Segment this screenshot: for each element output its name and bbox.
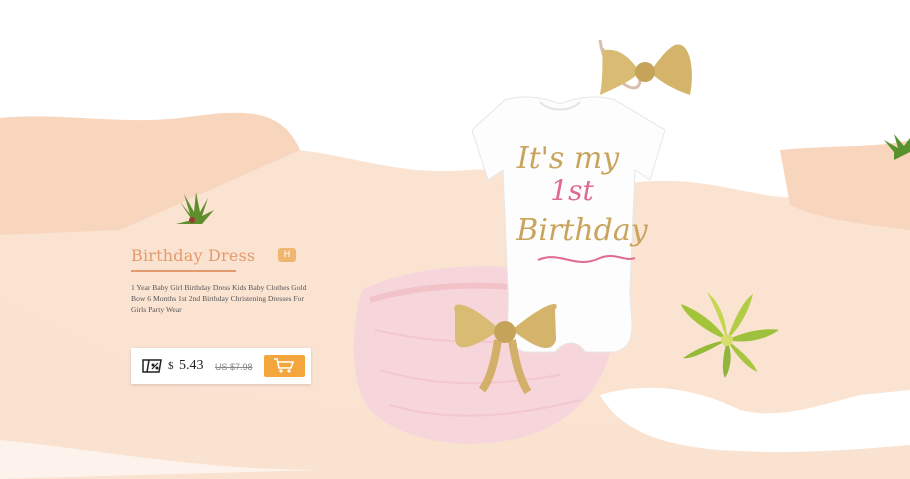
product-illustration: It's my 1st Birthday — [176, 39, 910, 444]
hot-badge: H — [278, 248, 296, 262]
discount-icon — [141, 357, 163, 375]
onesie-line2: 1st — [550, 174, 594, 207]
succulent-icon — [884, 134, 910, 160]
product-title: Birthday Dress — [131, 246, 256, 265]
succulent-icon — [681, 292, 779, 378]
onesie-line3: Birthday — [515, 213, 648, 248]
succulent-icon — [176, 192, 214, 224]
price-bar[interactable]: $ 5.43 US $7.98 — [131, 348, 311, 384]
headband-bow-icon — [598, 39, 692, 95]
original-price: US $7.98 — [215, 362, 253, 372]
currency-symbol: $ — [168, 360, 174, 372]
sale-price: 5.43 — [179, 358, 204, 373]
add-to-cart-button[interactable] — [264, 355, 305, 377]
title-underline — [131, 270, 236, 272]
add-to-cart-icon — [274, 358, 295, 373]
product-description: 1 Year Baby Girl Birthday Dress Kids Bab… — [131, 283, 307, 314]
onesie-line1: It's my — [516, 141, 621, 176]
